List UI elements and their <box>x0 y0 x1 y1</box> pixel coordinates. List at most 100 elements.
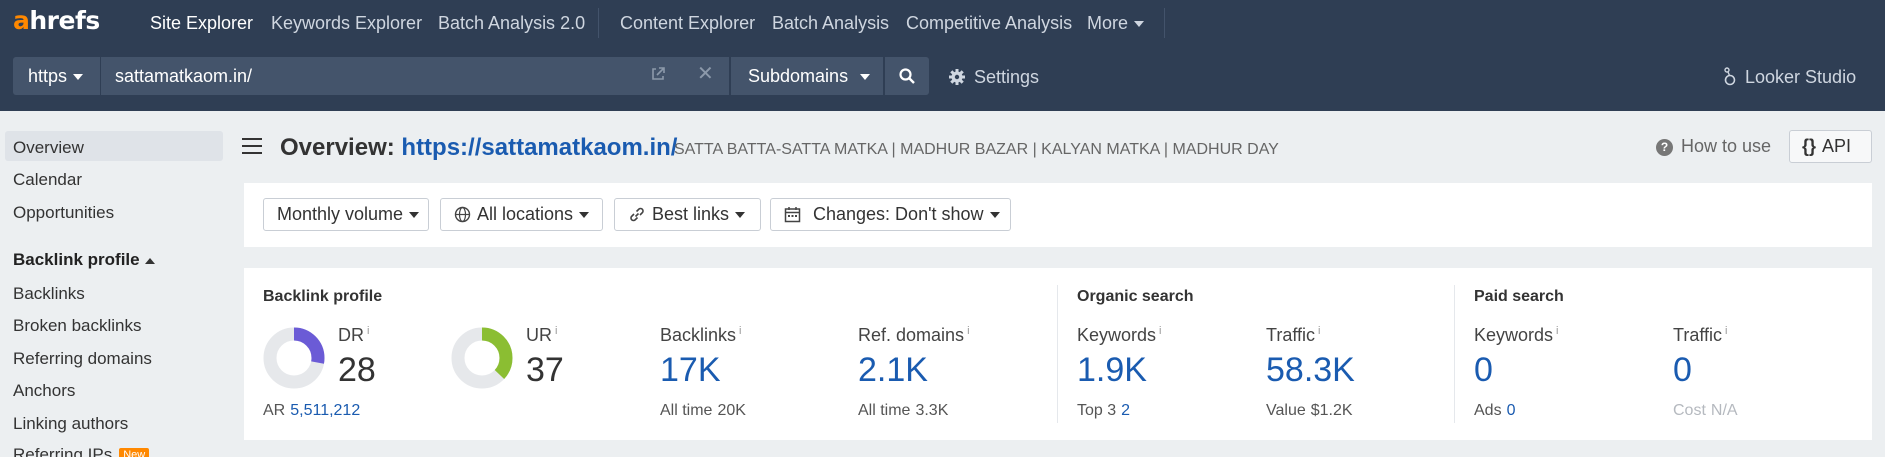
sidebar-item-backlinks[interactable]: Backlinks <box>5 277 223 307</box>
sidebar-item-opportunities[interactable]: Opportunities <box>5 196 223 226</box>
search-button[interactable] <box>885 57 929 95</box>
sidebar-item-broken-backlinks[interactable]: Broken backlinks <box>5 309 223 339</box>
ahrefs-logo[interactable]: ahrefs <box>13 6 100 35</box>
alltime-label: All time <box>660 402 713 419</box>
locations-filter[interactable]: All locations <box>440 198 603 231</box>
chevron-down-icon <box>73 74 84 81</box>
backlinks-label: Backlinks i <box>660 325 741 346</box>
info-icon[interactable]: i <box>1318 325 1320 337</box>
info-icon[interactable]: i <box>367 325 369 337</box>
paid-keywords-value[interactable]: 0 <box>1474 351 1493 390</box>
ur-donut <box>451 327 513 389</box>
page-title-url-link[interactable]: https://sattamatkaom.in/ <box>401 134 677 161</box>
how-to-use-link[interactable]: ? How to use <box>1656 136 1771 157</box>
paid-traffic-value[interactable]: 0 <box>1673 351 1692 390</box>
traffic-value-label: Value <box>1266 402 1306 419</box>
link-icon <box>630 207 644 222</box>
sidebar-item-referring-domains[interactable]: Referring domains <box>5 342 223 372</box>
ar-label: AR <box>263 402 286 419</box>
sidebar-item-label: Referring IPs <box>13 445 113 457</box>
page-title-prefix: Overview: <box>280 134 395 161</box>
nav-batch-analysis[interactable]: Batch Analysis <box>772 13 889 34</box>
protocol-value: https <box>28 66 68 86</box>
paid-keywords-label-text: Keywords <box>1474 325 1554 345</box>
top3-value[interactable]: 2 <box>1121 402 1130 419</box>
nav-more-label: More <box>1087 13 1129 33</box>
organic-keywords-label: Keywords i <box>1077 325 1161 346</box>
info-icon[interactable]: i <box>555 325 557 337</box>
sidebar-section-label: Backlink profile <box>13 250 140 269</box>
filters-bar: Monthly volume All locations Best links … <box>244 183 1872 247</box>
info-icon[interactable]: i <box>739 325 741 337</box>
info-icon[interactable]: i <box>1556 325 1558 337</box>
nav-more[interactable]: More <box>1087 13 1145 34</box>
close-icon[interactable]: ✕ <box>697 64 714 84</box>
nav-site-explorer[interactable]: Site Explorer <box>150 13 253 34</box>
nav-competitive-analysis[interactable]: Competitive Analysis <box>906 13 1072 34</box>
links-filter[interactable]: Best links <box>614 198 761 231</box>
globe-icon <box>454 206 471 223</box>
links-filter-label: Best links <box>652 204 730 224</box>
changes-filter-label: Changes: Don't show <box>813 204 984 224</box>
dr-label-text: DR <box>338 325 364 345</box>
ur-label: UR i <box>526 325 557 346</box>
backlink-profile-title: Backlink profile <box>263 288 383 305</box>
api-button[interactable]: {} API <box>1789 130 1872 163</box>
page-title: Overview: https://sattamatkaom.in/ <box>280 134 677 162</box>
info-icon[interactable]: i <box>1725 325 1727 337</box>
organic-traffic-value[interactable]: 58.3K <box>1266 351 1355 390</box>
api-label: API <box>1822 136 1852 156</box>
section-divider <box>1057 285 1058 423</box>
paid-traffic-label-text: Traffic <box>1673 325 1723 345</box>
nav-batch-analysis-2[interactable]: Batch Analysis 2.0 <box>438 13 585 34</box>
mode-select[interactable]: Subdomains <box>731 57 883 95</box>
ref-domains-alltime: All time 3.3K <box>858 402 948 420</box>
cost-label: Cost <box>1673 402 1706 419</box>
chevron-down-icon <box>579 212 590 219</box>
organic-traffic-label: Traffic i <box>1266 325 1320 346</box>
sidebar-item-calendar[interactable]: Calendar <box>5 163 223 193</box>
looker-studio-button[interactable]: Looker Studio <box>1723 67 1856 88</box>
dr-value: 28 <box>338 351 376 389</box>
info-icon[interactable]: i <box>967 325 969 337</box>
paid-keywords-label: Keywords i <box>1474 325 1558 346</box>
changes-filter[interactable]: Changes: Don't show <box>770 198 1011 231</box>
backlinks-value[interactable]: 17K <box>660 351 721 390</box>
alltime-value: 20K <box>717 402 746 419</box>
looker-studio-icon <box>1724 67 1736 86</box>
settings-button[interactable]: Settings <box>948 67 1039 88</box>
backlinks-alltime: All time 20K <box>660 402 746 420</box>
paid-cost: Cost N/A <box>1673 402 1738 420</box>
organic-traffic-value-row: Value $1.2K <box>1266 402 1353 420</box>
external-link-icon[interactable] <box>650 66 666 82</box>
chevron-down-icon <box>735 212 746 219</box>
organic-keywords-value[interactable]: 1.9K <box>1077 351 1147 390</box>
info-icon[interactable]: i <box>1159 325 1161 337</box>
sidebar-item-referring-ips[interactable]: Referring IPs New <box>5 438 223 457</box>
volume-filter[interactable]: Monthly volume <box>263 198 429 231</box>
protocol-select[interactable]: https <box>13 57 100 95</box>
paid-traffic-label: Traffic i <box>1673 325 1727 346</box>
dr-label: DR i <box>338 325 369 346</box>
ads-value[interactable]: 0 <box>1507 402 1516 419</box>
chevron-down-icon <box>860 74 871 81</box>
organic-search-title: Organic search <box>1077 288 1194 305</box>
looker-label: Looker Studio <box>1745 67 1857 87</box>
calendar-icon <box>784 207 801 223</box>
nav-keywords-explorer[interactable]: Keywords Explorer <box>271 13 422 34</box>
sidebar: Overview Calendar Opportunities Backlink… <box>0 111 232 457</box>
ur-label-text: UR <box>526 325 552 345</box>
sidebar-item-linking-authors[interactable]: Linking authors <box>5 407 223 437</box>
ar-value[interactable]: 5,511,212 <box>290 402 360 419</box>
chevron-down-icon <box>1134 21 1145 28</box>
paid-ads: Ads 0 <box>1474 402 1515 420</box>
url-input[interactable]: sattamatkaom.in/ <box>101 57 729 95</box>
ref-domains-value[interactable]: 2.1K <box>858 351 928 390</box>
sidebar-section-backlink-profile[interactable]: Backlink profile <box>13 250 155 270</box>
nav-content-explorer[interactable]: Content Explorer <box>620 13 755 34</box>
menu-icon[interactable] <box>242 138 262 154</box>
sidebar-item-overview[interactable]: Overview <box>5 131 223 161</box>
chevron-down-icon <box>989 212 1000 219</box>
search-bar: https sattamatkaom.in/ ✕ Subdomains Sett… <box>0 46 1885 111</box>
sidebar-item-anchors[interactable]: Anchors <box>5 374 223 404</box>
